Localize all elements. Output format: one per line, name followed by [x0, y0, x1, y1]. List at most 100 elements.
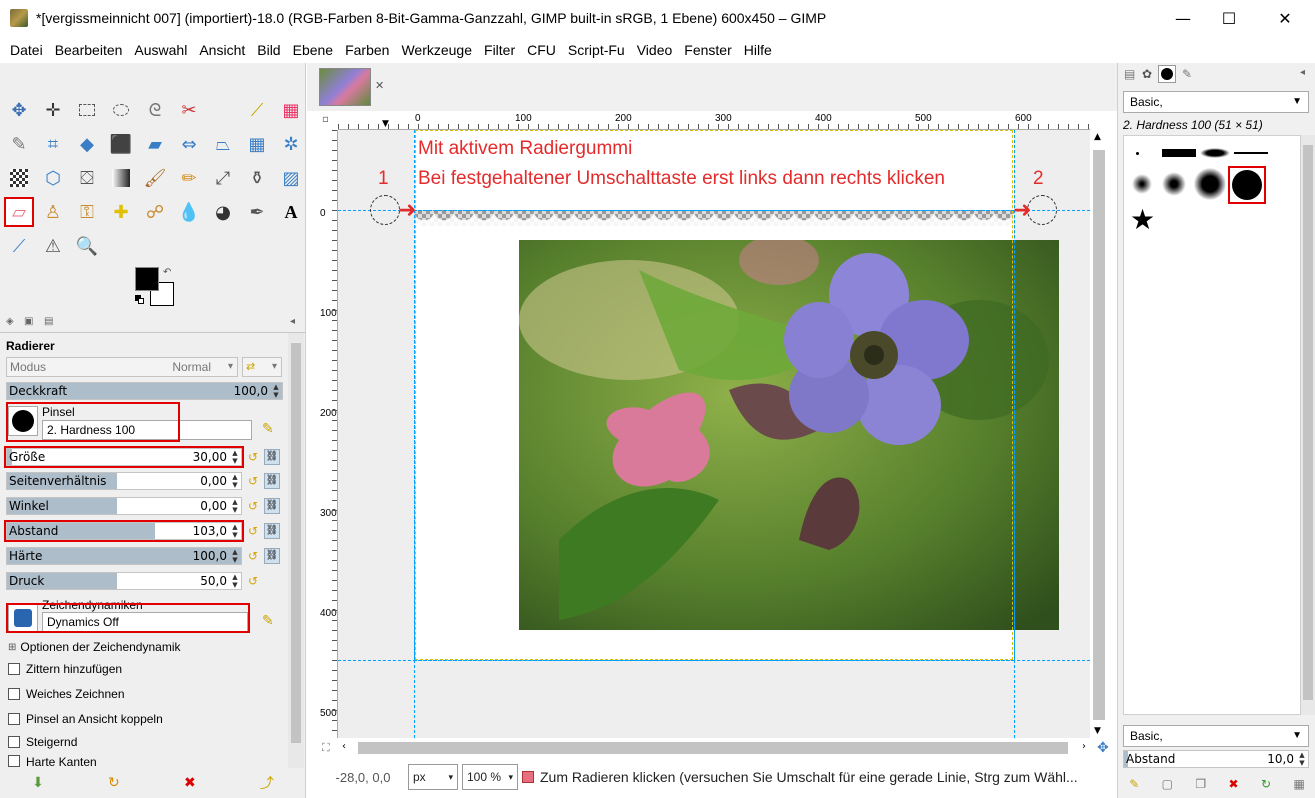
eraser-tool-icon[interactable]: ▱ — [4, 197, 34, 227]
cage-transform-icon[interactable]: ▦ — [242, 129, 272, 159]
blur-icon[interactable]: ☍ — [140, 197, 170, 227]
menu-filter[interactable]: Filter — [478, 42, 521, 58]
shear-icon[interactable]: ▰ — [140, 129, 170, 159]
align-tool-icon[interactable]: ✛ — [38, 95, 68, 125]
delete-options-icon[interactable]: ✖ — [184, 775, 196, 791]
brush-grid-scrollbar[interactable] — [1301, 135, 1315, 715]
edit-brush-icon[interactable]: ✎ — [262, 421, 274, 437]
reset-angle-icon[interactable]: ↺ — [245, 498, 261, 514]
menu-cfu[interactable]: CFU — [521, 42, 562, 58]
scroll-up-icon[interactable]: ▲ — [1094, 132, 1101, 142]
scissors-icon[interactable]: ✂ — [174, 95, 204, 125]
quick-mask-icon[interactable]: ▫ — [322, 114, 329, 125]
menu-video[interactable]: Video — [631, 42, 679, 58]
foreground-color-swatch[interactable] — [135, 267, 159, 291]
smooth-checkbox-row[interactable]: Weiches Zeichnen — [8, 685, 125, 703]
aspect-spinner[interactable]: ▲ ▼ — [229, 473, 241, 489]
clone-icon[interactable]: ♙ — [38, 197, 68, 227]
jitter-checkbox[interactable] — [8, 663, 20, 675]
scrollbar-thumb[interactable] — [358, 742, 1068, 754]
fonts-tab-icon[interactable]: ✿ — [1142, 67, 1152, 81]
canvas-horizontal-scrollbar[interactable]: ‹ › — [338, 739, 1090, 757]
mode-select[interactable]: Modus Normal ▾ — [6, 357, 238, 377]
paths-icon[interactable]: ✎ — [4, 129, 34, 159]
device-status-tab-icon[interactable]: ▣ — [24, 316, 33, 327]
vertical-ruler[interactable]: 0 100 200 300 400 500 — [318, 130, 338, 738]
bucket-fill-icon[interactable]: ⛋ — [72, 163, 102, 193]
gradient-icon[interactable] — [106, 163, 136, 193]
perspective-clone-icon[interactable]: ✚ — [106, 197, 136, 227]
edit-brush-icon[interactable]: ✎ — [1129, 777, 1139, 791]
ellipse-select-icon[interactable] — [106, 95, 136, 125]
image-tab-thumbnail[interactable] — [319, 68, 371, 106]
hard-edge-checkbox[interactable] — [8, 755, 20, 767]
hard-edge-checkbox-row[interactable]: Harte Kanten — [8, 755, 97, 767]
opacity-slider[interactable]: Deckkraft 100,0 ▲ ▼ — [6, 382, 283, 400]
fuzzy-select-icon[interactable]: ⟋ — [242, 95, 272, 125]
scrollbar-thumb[interactable] — [1303, 145, 1313, 700]
brush-fuzzy-small-icon[interactable] — [1132, 174, 1152, 194]
scrollbar-thumb[interactable] — [1093, 150, 1105, 720]
gradient-tab-icon[interactable]: ✎ — [1182, 67, 1192, 81]
delete-brush-icon[interactable]: ✖ — [1229, 777, 1239, 791]
brush-oval-icon[interactable] — [1200, 148, 1230, 158]
angle-spinner[interactable]: ▲ ▼ — [229, 498, 241, 514]
canvas-area[interactable]: Mit aktivem Radiergummi Bei festgehalten… — [338, 130, 1090, 738]
swap-colors-icon[interactable]: ↶ — [163, 267, 171, 278]
reset-hardness-icon[interactable]: ↺ — [245, 548, 261, 564]
brush-filter-select[interactable]: Basic, ▼ — [1123, 91, 1309, 113]
path-tool-icon[interactable]: ✒ — [242, 197, 272, 227]
menu-ebene[interactable]: Ebene — [287, 42, 339, 58]
pencil-icon[interactable]: ✏ — [174, 163, 204, 193]
brush-star-icon[interactable]: ★ — [1130, 206, 1155, 234]
reset-force-icon[interactable]: ↺ — [245, 573, 261, 589]
lock-view-checkbox[interactable] — [8, 713, 20, 725]
force-spinner[interactable]: ▲ ▼ — [229, 573, 241, 589]
brush-grid[interactable]: ★ — [1123, 135, 1301, 715]
new-brush-icon[interactable]: ▢ — [1162, 777, 1173, 791]
ink-icon[interactable]: ⚱ — [242, 163, 272, 193]
canvas-vertical-scrollbar[interactable]: ▲ ▼ — [1090, 130, 1108, 738]
flip-icon[interactable]: ⇔ — [174, 129, 204, 159]
default-colors-icon[interactable] — [135, 295, 145, 305]
link-spacing-icon[interactable]: ⛓ — [264, 523, 280, 539]
maximize-button[interactable]: ☐ — [1206, 0, 1252, 36]
warp-icon[interactable]: ✲ — [276, 129, 306, 159]
zoom-select[interactable]: 100 % ▾ — [462, 764, 518, 790]
minimize-button[interactable]: — — [1160, 0, 1206, 36]
dynamics-options-expander[interactable]: ⊞ Optionen der Zeichendynamik — [8, 638, 180, 656]
scrollbar-thumb[interactable] — [291, 343, 301, 743]
edit-dynamics-icon[interactable]: ✎ — [262, 613, 274, 629]
open-as-image-icon[interactable]: ▦ — [1293, 777, 1304, 791]
move-tool-icon[interactable]: ✥ — [4, 95, 34, 125]
unit-select[interactable]: px ▾ — [408, 764, 458, 790]
menu-ansicht[interactable]: Ansicht — [193, 42, 251, 58]
hardness-spinner[interactable]: ▲ ▼ — [229, 548, 241, 564]
tool-options-tab-icon[interactable]: ◈ — [6, 316, 14, 327]
heal-icon[interactable]: ⚿ — [72, 197, 102, 227]
unified-transform-icon[interactable]: ⬡ — [38, 163, 68, 193]
menu-auswahl[interactable]: Auswahl — [128, 42, 193, 58]
aspect-slider[interactable]: Seitenverhältnis 0,00 ▲ ▼ — [6, 472, 242, 490]
menu-farben[interactable]: Farben — [339, 42, 395, 58]
brush-spacing-slider[interactable]: Abstand 10,0 ▲ ▼ — [1123, 750, 1309, 768]
brush-pixel-icon[interactable] — [1136, 152, 1139, 155]
tab-menu-icon[interactable]: ◂ — [290, 316, 295, 327]
reset-aspect-icon[interactable]: ↺ — [245, 473, 261, 489]
guide-horizontal[interactable] — [338, 210, 1090, 211]
fg-bg-colors[interactable]: ↶ — [135, 267, 177, 309]
text-tool-icon[interactable]: A — [276, 197, 306, 227]
color-picker-icon[interactable]: ⟋ — [4, 231, 34, 261]
horizontal-ruler[interactable]: 0 100 200 300 400 500 600 ▼ — [338, 112, 1090, 130]
zoom-follow-icon[interactable]: ⛶ — [322, 741, 330, 755]
pattern-tab-icon[interactable]: ▤ — [1124, 67, 1135, 81]
navigate-icon[interactable]: ✥ — [1097, 740, 1109, 756]
paintbrush-icon[interactable]: 🖌 — [140, 163, 170, 193]
brush-hardness-100-selected[interactable] — [1228, 166, 1266, 204]
mypaint-brush-icon[interactable]: ▨ — [276, 163, 306, 193]
tab-menu-icon[interactable]: ◂ — [1300, 67, 1305, 78]
brush-spacing-spinner[interactable]: ▲ ▼ — [1296, 751, 1308, 767]
reset-size-icon[interactable]: ↺ — [245, 449, 261, 465]
link-size-icon[interactable]: ⛓ — [264, 449, 280, 465]
tool-options-scrollbar[interactable] — [288, 333, 304, 768]
